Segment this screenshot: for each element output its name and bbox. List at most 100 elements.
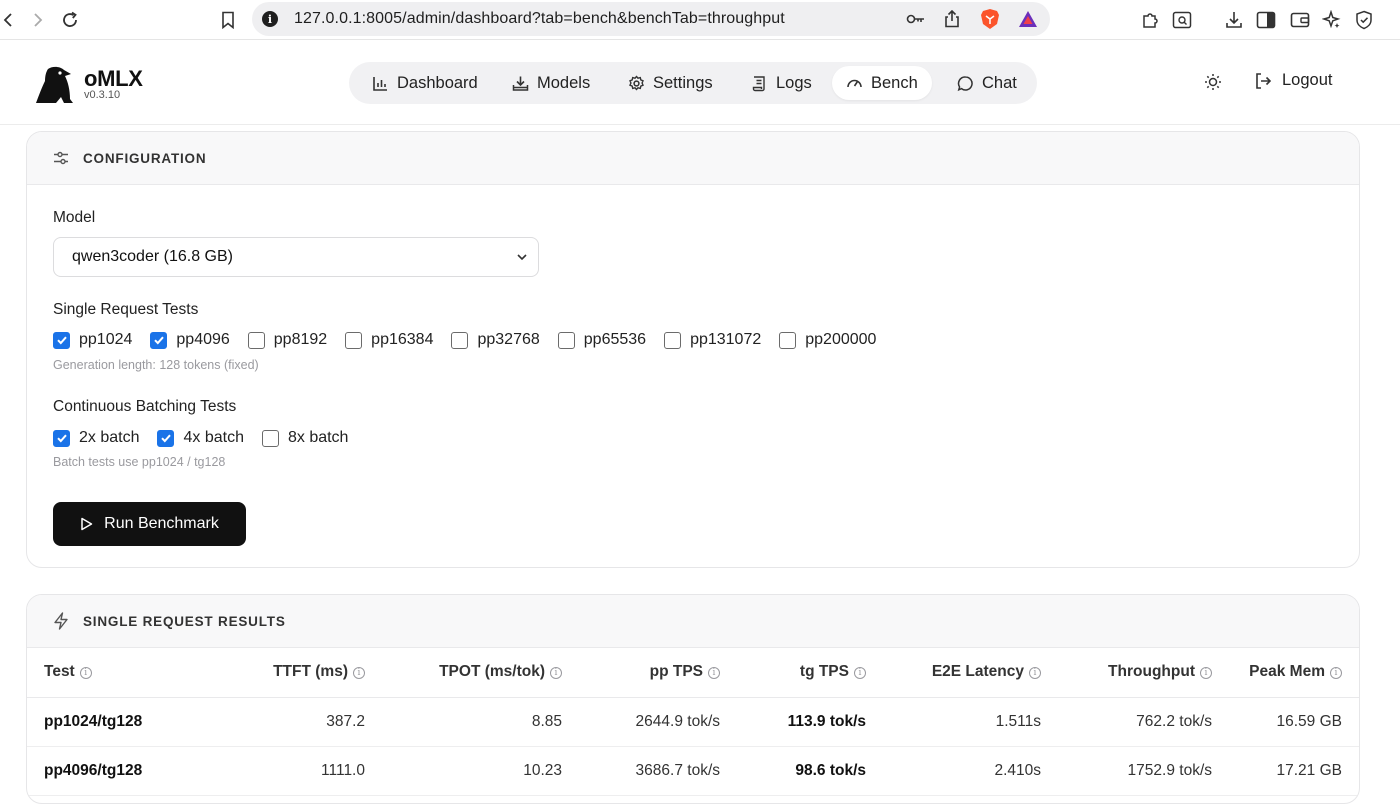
wallet-icon[interactable] [1288,8,1312,32]
leo-ai-icon[interactable] [1320,8,1344,32]
checkbox-label: pp32768 [477,331,540,348]
table-cell: 1752.9 tok/s [1058,746,1229,796]
column-header-label: Test [44,663,75,681]
info-icon[interactable]: i [1330,667,1342,680]
info-icon[interactable]: i [79,667,92,680]
nav-chat[interactable]: Chat [943,66,1031,100]
nav-settings[interactable]: Settings [614,66,727,100]
main-nav: Dashboard Models Settings Logs Bench Cha… [349,62,1037,104]
column-header[interactable]: tg TPS i [737,648,883,698]
column-header[interactable]: Throughput i [1058,648,1229,698]
batch-tests-checkboxes: 2x batch 4x batch 8x batch [53,427,366,449]
single-checkbox-pp65536[interactable]: pp65536 [557,331,647,349]
checkbox-checked-icon[interactable] [53,331,70,349]
column-header[interactable]: TPOT (ms/tok) i [382,648,579,698]
single-checkbox-pp200000[interactable]: pp200000 [779,331,876,349]
single-checkbox-pp131072[interactable]: pp131072 [664,331,761,349]
checkbox-checked-icon[interactable] [53,429,70,447]
share-icon[interactable] [940,7,964,31]
batch-checkbox-4x-batch[interactable]: 4x batch [157,429,244,447]
nav-dashboard[interactable]: Dashboard [358,66,492,100]
configuration-header: CONFIGURATION [27,132,1359,185]
checkbox-unchecked-icon[interactable] [345,331,363,349]
info-icon[interactable]: i [353,667,365,680]
checkbox-unchecked-icon[interactable] [451,331,469,349]
column-header-label: Peak Mem [1249,663,1325,681]
sidebar-icon[interactable] [1254,8,1278,32]
logout-button[interactable]: Logout [1254,71,1332,90]
nav-models[interactable]: Models [498,66,604,100]
table-cell: 10.23 [382,746,579,796]
checkbox-unchecked-icon[interactable] [779,331,797,349]
model-select[interactable]: qwen3coder (16.8 GB) [53,237,539,277]
key-icon[interactable] [904,7,928,31]
vpn-shield-icon[interactable] [1352,8,1376,32]
brave-shield-icon[interactable] [978,7,1002,31]
nav-bench[interactable]: Bench [832,66,932,100]
brave-rewards-icon[interactable] [1016,7,1040,31]
bookmark-icon[interactable] [216,8,240,32]
nav-bench-label: Bench [871,73,918,92]
table-cell: 8.85 [382,697,579,747]
single-request-results-card: SINGLE REQUEST RESULTS Test i TTFT (ms) i TP… [26,594,1360,804]
column-header[interactable]: TTFT (ms) i [217,648,382,698]
checkbox-unchecked-icon[interactable] [247,331,265,349]
checkbox-unchecked-icon[interactable] [557,331,575,349]
column-header[interactable]: E2E Latency i [883,648,1058,698]
column-header[interactable]: pp TPS i [579,648,737,698]
results-body: pp1024/tg128 387.2 8.85 2644.9 tok/s 113.9 t… [27,697,1359,796]
url-text: 127.0.0.1:8005/admin/dashboard?tab=bench… [294,10,785,27]
table-cell: 3686.7 tok/s [579,746,737,796]
run-benchmark-button[interactable]: Run Benchmark [53,502,246,546]
back-icon[interactable] [0,8,20,32]
checkbox-checked-icon[interactable] [157,429,175,447]
single-checkbox-pp32768[interactable]: pp32768 [451,331,540,349]
results-header-row: Test i TTFT (ms) i TPOT (ms/tok) i pp TPS i tg T… [27,648,1359,698]
info-icon[interactable]: i [854,667,866,680]
lightning-icon [53,612,69,630]
info-icon[interactable]: i [1029,667,1041,680]
checkbox-label: pp8192 [273,331,328,348]
address-bar[interactable]: i 127.0.0.1:8005/admin/dashboard?tab=ben… [252,2,1050,36]
nav-logs[interactable]: Logs [737,66,826,100]
single-checkbox-pp1024[interactable]: pp1024 [53,331,132,349]
gear-icon [628,74,645,92]
results-header: SINGLE REQUEST RESULTS [27,595,1359,648]
sun-icon[interactable] [1202,71,1224,93]
checkbox-label: pp16384 [371,331,434,348]
table-cell: 113.9 tok/s [737,697,883,747]
single-tests-checkboxes: pp1024 pp4096 pp8192 pp16384 pp32768 pp65536 p… [53,329,894,351]
forward-icon[interactable] [26,8,50,32]
site-info-icon[interactable]: i [262,11,278,27]
info-icon[interactable]: i [708,667,720,680]
single-checkbox-pp8192[interactable]: pp8192 [247,331,328,349]
reload-icon[interactable] [58,8,82,32]
table-cell: 16.59 GB [1229,697,1359,747]
results-table: Test i TTFT (ms) i TPOT (ms/tok) i pp TPS i tg T… [27,648,1359,796]
column-header[interactable]: Peak Mem i [1229,648,1359,698]
app-header: oMLX v0.3.10 Dashboard Models Settings L… [0,41,1400,125]
single-checkbox-pp4096[interactable]: pp4096 [150,331,230,349]
single-checkbox-pp16384[interactable]: pp16384 [345,331,433,349]
play-icon [80,517,93,531]
single-tests-hint: Generation length: 128 tokens (fixed) [53,358,259,372]
extensions-icon[interactable] [1138,8,1162,32]
checkbox-label: 4x batch [183,429,244,446]
checkbox-checked-icon[interactable] [150,331,168,349]
column-header-label: Throughput [1108,663,1195,681]
checkbox-unchecked-icon[interactable] [261,429,279,447]
table-cell: 2.410s [883,746,1058,796]
downloads-icon[interactable] [1222,8,1246,32]
checkbox-label: 2x batch [79,429,140,446]
table-cell: pp1024/tg128 [27,697,217,747]
batch-checkbox-8x-batch[interactable]: 8x batch [261,429,348,447]
batch-checkbox-2x-batch[interactable]: 2x batch [53,429,139,447]
checkbox-label: pp65536 [583,331,647,348]
column-header-label: pp TPS [649,663,703,681]
info-icon[interactable]: i [1200,667,1212,680]
page-search-icon[interactable] [1170,8,1194,32]
info-icon[interactable]: i [550,667,562,680]
column-header-label: TTFT (ms) [273,663,348,681]
column-header[interactable]: Test i [27,648,217,698]
checkbox-unchecked-icon[interactable] [664,331,682,349]
